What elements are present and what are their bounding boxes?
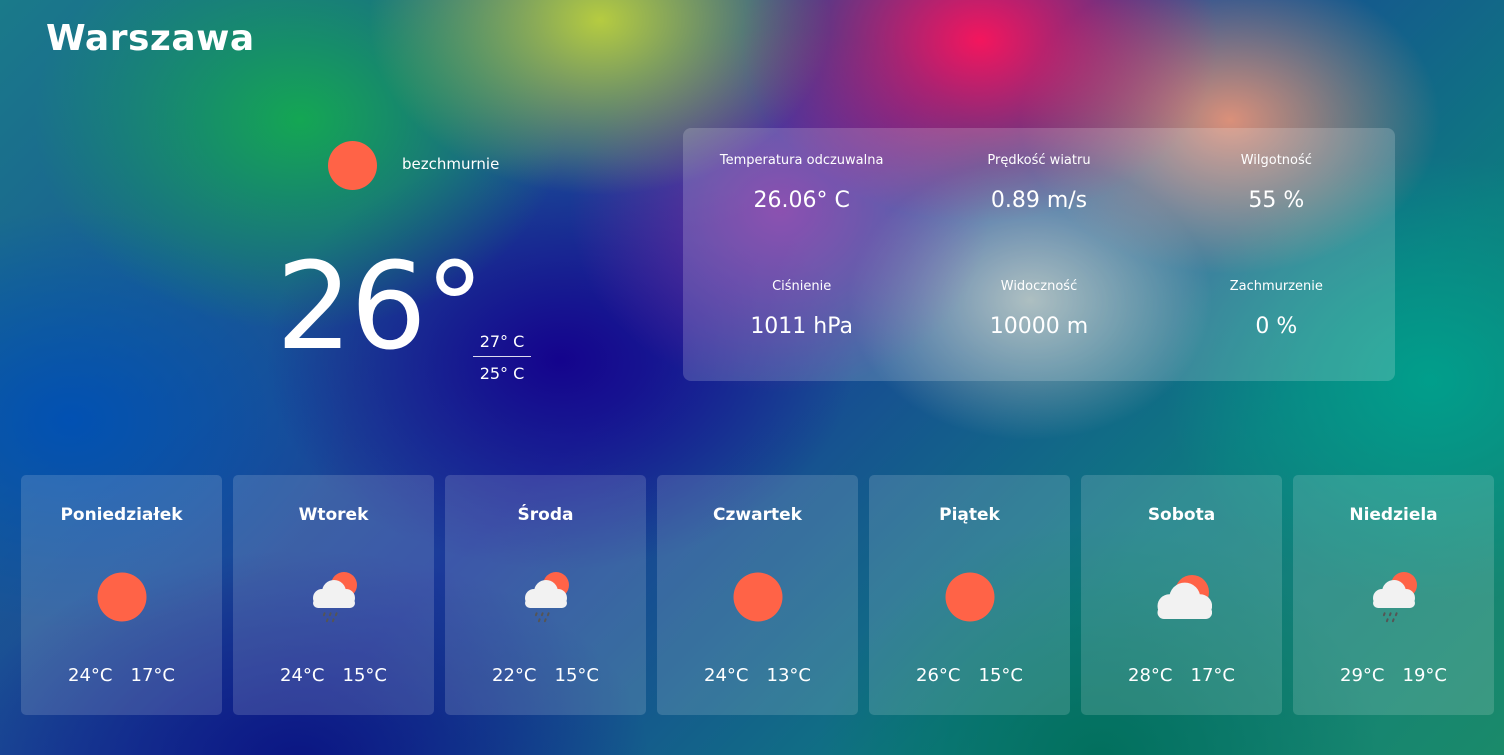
day-name: Niedziela [1349, 505, 1438, 525]
detail-label: Ciśnienie [772, 279, 832, 294]
temp-range: 27° C 25° C [473, 330, 531, 385]
sun-cloud-rain-icon [1364, 570, 1424, 625]
day-name: Sobota [1147, 505, 1216, 525]
current-temperature: 26° [276, 238, 485, 377]
detail-visibility: Widoczność 10000 m [920, 254, 1157, 380]
day-min-temp: 17°C [130, 665, 175, 686]
details-panel: Temperatura odczuwalna 26.06° C Prędkość… [683, 128, 1395, 381]
day-max-temp: 29°C [1340, 665, 1385, 686]
day-min-temp: 15°C [978, 665, 1023, 686]
detail-value: 1011 hPa [750, 314, 853, 339]
sun-icon [940, 570, 1000, 625]
day-name: Piątek [939, 505, 1000, 525]
day-max-temp: 22°C [492, 665, 537, 686]
forecast-card-thursday[interactable]: Czwartek 24°C 13°C [657, 475, 858, 715]
temp-min: 25° C [479, 364, 525, 383]
day-max-temp: 24°C [704, 665, 749, 686]
day-name: Czwartek [713, 505, 802, 525]
day-max-temp: 24°C [280, 665, 325, 686]
detail-label: Prędkość wiatru [987, 153, 1091, 168]
detail-feels-like: Temperatura odczuwalna 26.06° C [683, 128, 920, 254]
detail-label: Zachmurzenie [1229, 279, 1323, 294]
detail-humidity: Wilgotność 55 % [1158, 128, 1395, 254]
sun-icon [328, 141, 377, 190]
detail-value: 55 % [1248, 188, 1305, 213]
detail-cloudiness: Zachmurzenie 0 % [1158, 254, 1395, 380]
forecast-card-sunday[interactable]: Niedziela 29°C 19°C [1293, 475, 1494, 715]
day-min-temp: 17°C [1190, 665, 1235, 686]
condition-label: bezchmurnie [402, 155, 500, 173]
forecast-card-saturday[interactable]: Sobota 28°C 17°C [1081, 475, 1282, 715]
detail-value: 26.06° C [753, 188, 850, 213]
forecast-card-tuesday[interactable]: Wtorek 24°C 15°C [233, 475, 434, 715]
detail-label: Temperatura odczuwalna [719, 153, 884, 168]
day-max-temp: 28°C [1128, 665, 1173, 686]
day-max-temp: 26°C [916, 665, 961, 686]
city-title: Warszawa [46, 18, 255, 59]
day-max-temp: 24°C [68, 665, 113, 686]
sun-icon [728, 570, 788, 625]
day-name: Środa [517, 505, 574, 525]
detail-value: 10000 m [989, 314, 1089, 339]
day-min-temp: 15°C [554, 665, 599, 686]
sun-icon [92, 570, 152, 625]
detail-label: Wilgotność [1240, 153, 1312, 168]
sun-cloud-rain-icon [516, 570, 576, 625]
temp-max: 27° C [473, 330, 531, 357]
forecast-row: Poniedziałek 24°C 17°C Wtorek 24°C 15°C Śr… [21, 475, 1494, 715]
forecast-card-wednesday[interactable]: Środa 22°C 15°C [445, 475, 646, 715]
detail-value: 0 % [1255, 314, 1298, 339]
detail-pressure: Ciśnienie 1011 hPa [683, 254, 920, 380]
detail-value: 0.89 m/s [990, 188, 1088, 213]
detail-wind-speed: Prędkość wiatru 0.89 m/s [920, 128, 1157, 254]
day-min-temp: 15°C [342, 665, 387, 686]
day-name: Wtorek [298, 505, 369, 525]
detail-label: Widoczność [1000, 279, 1078, 294]
forecast-card-friday[interactable]: Piątek 26°C 15°C [869, 475, 1070, 715]
day-min-temp: 13°C [766, 665, 811, 686]
sun-cloud-rain-icon [304, 570, 364, 625]
day-name: Poniedziałek [60, 505, 183, 525]
forecast-card-monday[interactable]: Poniedziałek 24°C 17°C [21, 475, 222, 715]
sun-cloud-icon [1152, 570, 1212, 625]
day-min-temp: 19°C [1402, 665, 1447, 686]
